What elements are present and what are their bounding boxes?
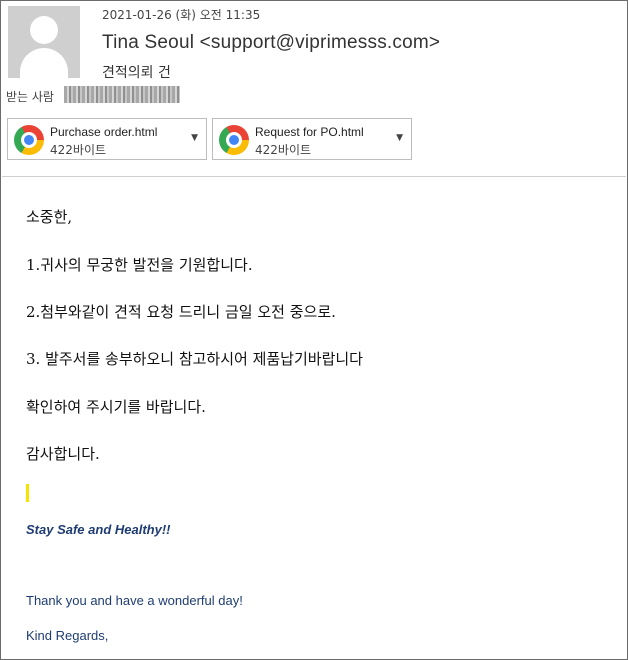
- header-divider: [2, 176, 626, 177]
- recipient-redacted: [64, 86, 180, 103]
- signature-tagline: Stay Safe and Healthy!!: [26, 522, 171, 537]
- avatar-head: [30, 16, 58, 44]
- body-line-1: 1.귀사의 무궁한 발전을 기원합니다.: [26, 256, 253, 274]
- attachment-purchase-order[interactable]: Purchase order.html 422바이트 ▼: [7, 118, 207, 160]
- attachment-request-po[interactable]: Request for PO.html 422바이트 ▼: [212, 118, 412, 160]
- signature-closing: Kind Regards,: [26, 628, 109, 643]
- chrome-icon: [14, 125, 44, 155]
- to-label: 받는 사람: [6, 90, 54, 104]
- chevron-down-icon[interactable]: ▼: [191, 133, 198, 143]
- chevron-down-icon[interactable]: ▼: [396, 133, 403, 143]
- email-subject: 견적의뢰 건: [102, 65, 171, 81]
- body-greeting: 소중한,: [26, 208, 73, 226]
- attachment-name: Request for PO.html: [255, 125, 364, 139]
- body-line-2: 2.첨부와같이 견적 요청 드리니 금일 오전 중으로.: [26, 303, 336, 321]
- sender-address[interactable]: Tina Seoul <support@viprimesss.com>: [102, 32, 440, 54]
- body-line-4: 확인하여 주시기를 바랍니다.: [26, 398, 206, 416]
- text-cursor-highlight: [26, 484, 29, 502]
- email-date: 2021-01-26 (화) 오전 11:35: [102, 8, 261, 22]
- body-line-3: 3. 발주서를 송부하오니 참고하시어 제품납기바랍니다: [26, 350, 363, 368]
- chrome-icon: [219, 125, 249, 155]
- attachment-size: 422바이트: [50, 143, 107, 157]
- sender-avatar: [8, 6, 80, 78]
- avatar-body: [20, 48, 68, 78]
- attachment-size: 422바이트: [255, 143, 312, 157]
- body-closing: 감사합니다.: [26, 445, 100, 463]
- attachment-name: Purchase order.html: [50, 125, 158, 139]
- signature-thanks: Thank you and have a wonderful day!: [26, 593, 243, 608]
